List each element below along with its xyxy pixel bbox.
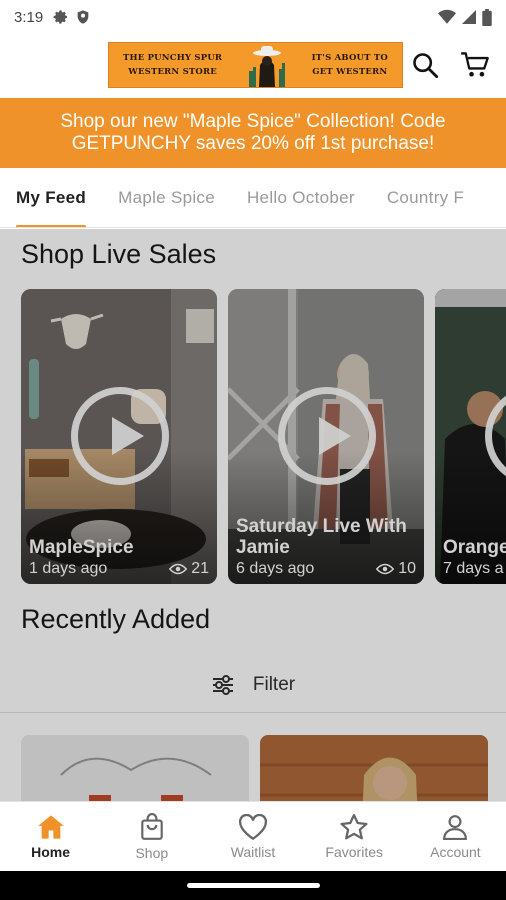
live-sale-age: 7 days a [443,560,504,577]
home-icon [37,814,64,839]
cart-button[interactable] [460,50,490,80]
cowgirl-logo-icon [242,43,291,87]
shop-live-sales-title: Shop Live Sales [21,239,217,269]
view-count: 21 [191,560,209,577]
nav-favorites[interactable]: Favorites [304,802,405,871]
recently-added-title: Recently Added [21,604,211,634]
filter-label: Filter [252,673,296,695]
live-sale-card[interactable]: Orange black 7 days a [435,289,506,584]
live-sale-age: 1 days ago [29,560,108,577]
promo-banner[interactable]: Shop our new "Maple Spice" Collection! C… [0,98,506,168]
filter-button[interactable]: Filter [0,657,506,713]
nav-home[interactable]: Home [0,802,101,871]
nav-label: Account [430,843,481,860]
system-nav-bar [0,871,506,900]
product-image [260,735,488,801]
store-logo[interactable]: THE PUNCHY SPUR WESTERN STORE IT'S ABOUT … [108,42,403,88]
product-card[interactable] [21,735,249,801]
status-time: 3:19 [14,8,44,26]
tab-hello-october[interactable]: Hello October [231,168,371,227]
nav-account[interactable]: Account [405,802,506,871]
nav-shop[interactable]: Shop [101,802,202,871]
signal-icon [462,10,476,24]
star-icon [340,813,368,839]
person-icon [443,814,468,840]
wifi-icon [438,9,456,24]
nav-label: Favorites [325,843,383,860]
tab-country[interactable]: Country F [371,168,480,227]
eye-icon [169,563,188,575]
live-sale-card[interactable]: MapleSpice 1 days ago 21 [21,289,217,584]
play-icon[interactable] [71,387,169,485]
settings-gear-icon [53,10,68,24]
feed-content[interactable]: Shop Live Sales MapleSpice 1 days ago 21… [0,229,506,801]
tab-maple-spice[interactable]: Maple Spice [102,168,231,227]
logo-left-text: THE PUNCHY SPUR WESTERN STORE [123,53,223,77]
live-sale-card[interactable]: Saturday Live With Jamie 6 days ago 10 [228,289,424,584]
sliders-icon [212,674,233,695]
live-sale-title: MapleSpice [29,537,134,558]
live-sales-carousel[interactable]: MapleSpice 1 days ago 21 Saturday Live W… [21,289,506,584]
live-sale-title: Orange black [443,537,506,558]
heart-icon [239,813,267,840]
app-header: THE PUNCHY SPUR WESTERN STORE IT'S ABOUT … [0,34,506,98]
category-tabs: My Feed Maple Spice Hello October Countr… [0,168,506,228]
search-icon [413,53,439,79]
battery-icon [482,8,492,26]
cart-icon [461,52,489,77]
product-image [21,735,249,801]
live-sale-age: 6 days ago [236,560,315,577]
bottom-nav: Home Shop Waitlist Favorites Account [0,801,506,871]
nav-label: Shop [135,844,169,861]
tab-my-feed[interactable]: My Feed [0,168,102,227]
nav-label: Home [31,843,71,860]
play-icon[interactable] [278,387,376,485]
logo-right-text: IT'S ABOUT TO GET WESTERN [311,53,388,77]
shield-icon [77,10,89,24]
search-button[interactable] [410,50,440,80]
eye-icon [376,563,395,575]
status-bar: 3:19 [0,0,506,34]
nav-waitlist[interactable]: Waitlist [202,802,303,871]
nav-label: Waitlist [230,843,276,860]
shopping-bag-icon [141,812,163,840]
home-gesture-handle[interactable] [187,883,320,888]
view-count: 10 [398,560,416,577]
live-sale-title: Saturday Live With Jamie [236,516,407,558]
product-card[interactable] [260,735,488,801]
